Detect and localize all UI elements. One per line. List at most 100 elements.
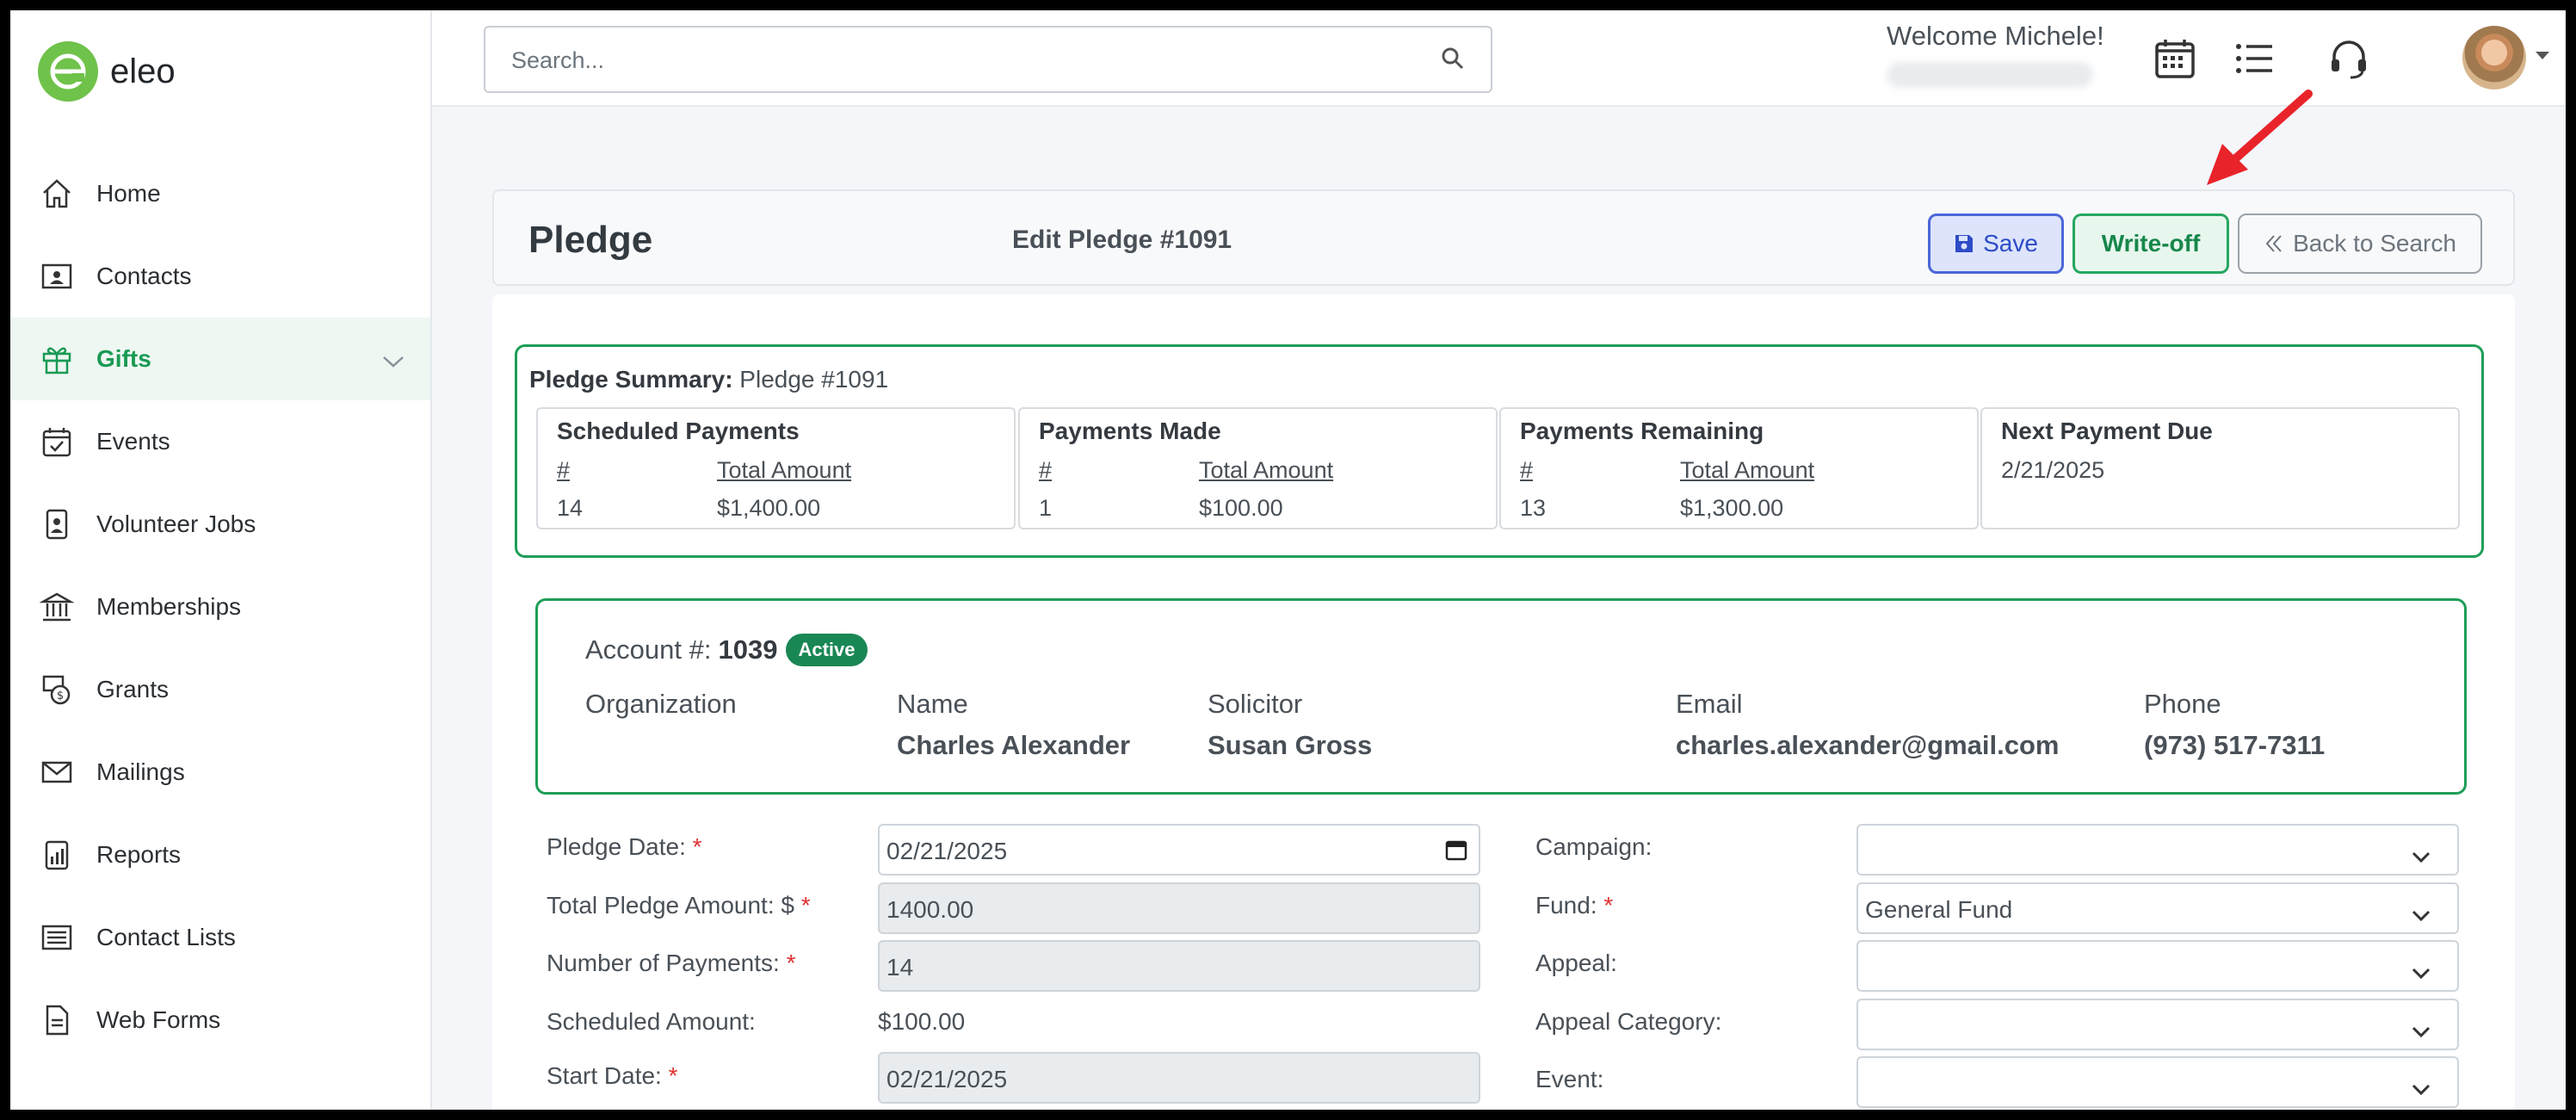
sidebar-item-contact-lists[interactable]: Contact Lists [10,896,430,979]
account-card: Account #: 1039 Active Organization Name… [535,598,2467,795]
payments-made-box: Payments Made # Total Amount 1 $100.00 [1018,407,1498,529]
avatar[interactable] [2462,26,2526,90]
appeal-label: Appeal: [1535,950,1617,976]
sidebar-item-mailings[interactable]: Mailings [10,731,430,814]
scheduled-payments-box: Scheduled Payments # Total Amount 14 $1,… [536,407,1016,529]
count-label: # [1520,457,1534,483]
logo[interactable]: eleo [38,41,176,102]
calendar-icon[interactable] [2149,33,2201,84]
solicitor-name: Susan Gross [1208,730,1373,760]
name-label: Name [897,689,968,719]
event-select[interactable] [1856,1056,2459,1108]
pledge-form-panel: Pledge Summary: Pledge #1091 Scheduled P… [492,294,2515,1110]
solicitor-label: Solicitor [1208,689,1303,719]
write-off-button[interactable]: Write-off [2073,213,2229,274]
write-off-button-label: Write-off [2101,230,2201,257]
headset-icon[interactable] [2323,33,2375,84]
sidebar-item-home[interactable]: Home [10,152,430,235]
contact-card-icon [38,257,76,295]
sidebar-item-web-forms[interactable]: Web Forms [10,979,430,1061]
sidebar-item-label: Mailings [96,758,185,785]
sidebar: eleo Home Contacts Gifts Events Voluntee… [10,10,432,1110]
back-to-search-button[interactable]: Back to Search [2238,213,2482,274]
number-of-payments-label: Number of Payments: * [547,950,796,976]
number-of-payments-field: 14 [878,940,1480,992]
status-badge: Active [786,634,868,666]
task-list-icon[interactable] [2228,33,2280,84]
sidebar-item-grants[interactable]: $ Grants [10,648,430,731]
logo-text: eleo [110,52,176,90]
chevron-down-icon[interactable] [382,347,405,374]
chevron-down-icon [2411,1018,2431,1045]
box-title: Next Payment Due [2001,418,2213,444]
sidebar-item-events[interactable]: Events [10,400,430,483]
summary-heading-label: Pledge Summary: [529,366,733,393]
phone-value: (973) 517-7311 [2144,730,2326,760]
summary-heading-value: Pledge #1091 [732,366,889,393]
pledge-date-field[interactable]: 02/21/2025 [878,824,1480,876]
box-title: Scheduled Payments [557,418,800,444]
bank-icon [38,588,76,626]
welcome-message: Welcome Michele! [1887,21,2104,51]
count-value: 14 [557,495,584,521]
caret-down-icon[interactable] [2534,50,2551,66]
sidebar-item-label: Memberships [96,593,242,620]
svg-text:$: $ [57,690,64,702]
sidebar-item-memberships[interactable]: Memberships [10,566,430,648]
campaign-select[interactable] [1856,824,2459,876]
account-label: Account #: [585,634,712,665]
sidebar-item-label: Contacts [96,263,192,289]
scheduled-amount-label: Scheduled Amount: [547,1008,756,1035]
event-label: Event: [1535,1066,1604,1092]
campaign-label: Campaign: [1535,833,1652,860]
box-title: Payments Made [1039,418,1221,444]
sidebar-item-contacts[interactable]: Contacts [10,235,430,318]
search-icon[interactable] [1439,45,1467,77]
email-value: charles.alexander@gmail.com [1676,730,2060,760]
search-box [484,26,1492,93]
phone-label: Phone [2144,689,2221,719]
document-icon [38,1001,76,1039]
fund-select[interactable]: General Fund [1856,882,2459,934]
amount-value: $1,300.00 [1680,495,1784,521]
appeal-select[interactable] [1856,940,2459,992]
count-label: # [1039,457,1053,483]
start-date-field: 02/21/2025 [878,1052,1480,1104]
sidebar-nav: Home Contacts Gifts Events Volunteer Job… [10,152,430,1061]
gift-icon [38,340,76,378]
money-icon: $ [38,671,76,709]
calendar-picker-icon[interactable] [1444,838,1468,868]
amount-label: Total Amount [1680,457,1815,483]
page-header: Pledge Edit Pledge #1091 Save Write-off … [492,189,2515,286]
page-title: Pledge [528,219,653,261]
report-icon [38,836,76,874]
redacted-text [1887,62,2093,88]
fund-value: General Fund [1865,896,2013,923]
contact-name[interactable]: Charles Alexander [897,730,1130,761]
amount-value: $1,400.00 [717,495,821,521]
chevron-down-icon [2411,959,2431,987]
sidebar-item-gifts[interactable]: Gifts [10,318,430,400]
app-window: eleo Home Contacts Gifts Events Voluntee… [10,10,2566,1110]
sidebar-item-volunteer-jobs[interactable]: Volunteer Jobs [10,483,430,566]
start-date-value: 02/21/2025 [886,1066,1008,1092]
sidebar-item-label: Events [96,428,170,455]
count-value: 13 [1520,495,1547,521]
total-pledge-amount-field: 1400.00 [878,882,1480,934]
appeal-category-label: Appeal Category: [1535,1008,1722,1035]
box-title: Payments Remaining [1520,418,1764,444]
sidebar-item-label: Gifts [96,345,151,372]
appeal-category-select[interactable] [1856,999,2459,1050]
sidebar-item-reports[interactable]: Reports [10,814,430,896]
account-number[interactable]: 1039 [718,634,777,665]
search-input[interactable] [511,43,1406,77]
number-of-payments-value: 14 [886,954,914,981]
save-button[interactable]: Save [1928,213,2064,274]
home-icon [38,175,76,213]
amount-label: Total Amount [717,457,852,483]
double-chevron-left-icon [2264,233,2284,254]
sidebar-item-label: Volunteer Jobs [96,510,256,537]
organization-label: Organization [585,689,737,719]
page-subtitle: Edit Pledge #1091 [1012,226,1232,254]
count-value: 1 [1039,495,1053,521]
